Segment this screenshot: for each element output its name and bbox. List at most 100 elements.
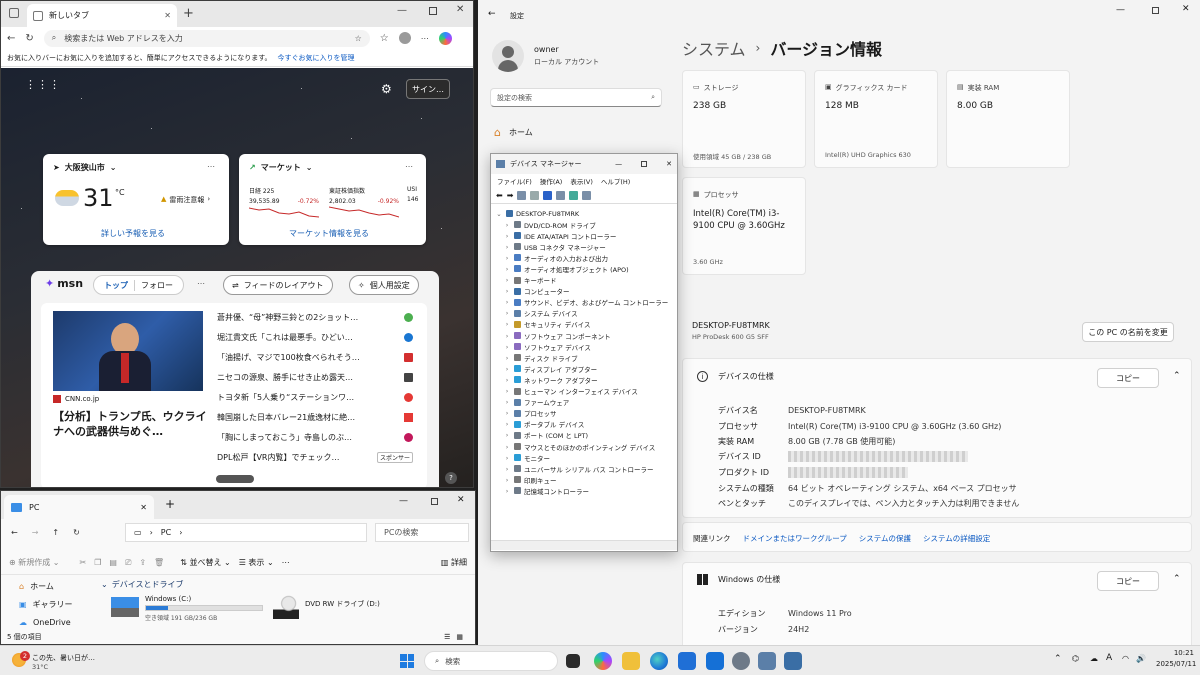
sort-button[interactable]: ⇅ 並べ替え ⌄ — [180, 557, 231, 568]
outlook-icon[interactable] — [706, 652, 724, 670]
tree-item[interactable]: › IDE ATA/ATAPI コントローラー — [503, 230, 617, 241]
maximize-button[interactable] — [641, 161, 648, 167]
chevron-up-icon[interactable]: ⌃ — [1173, 574, 1181, 584]
list-item[interactable]: ニセコの源泉、勝手にせき止め露天… — [217, 369, 413, 386]
carousel-dots[interactable] — [216, 475, 254, 483]
new-button[interactable]: ⊕ 新規作成 ⌄ — [9, 557, 60, 568]
news-headline[interactable]: 【分析】トランプ氏、ウクライナへの武器供与めぐ… — [53, 409, 207, 439]
tree-item[interactable]: › ポータブル デバイス — [503, 419, 585, 430]
menu-file[interactable]: ファイル(F) — [497, 176, 532, 186]
cut-icon[interactable]: ✂ — [80, 558, 87, 567]
drive-c[interactable]: Windows (C:) 空き領域 191 GB/236 GB — [111, 595, 263, 622]
menu-action[interactable]: 操作(A) — [540, 176, 563, 186]
list-item[interactable]: 韓国崩した日本バレー21歳逸材に絶… — [217, 409, 413, 426]
tree-item[interactable]: › ディスプレイ アダプター — [503, 363, 597, 374]
tab-follow[interactable]: フォロー — [134, 279, 179, 291]
tab-top[interactable]: トップ — [98, 280, 134, 291]
tab-close-icon[interactable]: ✕ — [140, 503, 147, 512]
breadcrumb-parent[interactable]: システム — [682, 36, 746, 60]
share-icon[interactable]: ⇪ — [139, 558, 146, 567]
device-spec-header[interactable]: i デバイスの仕様 — [697, 371, 774, 382]
close-button[interactable]: ✕ — [666, 160, 672, 168]
onedrive-icon[interactable]: ☁ — [1090, 654, 1098, 663]
copilot-icon[interactable] — [594, 652, 612, 670]
windows-spec-header[interactable]: Windows の仕様 — [697, 574, 780, 585]
cpu-tile[interactable]: ▦ プロセッサ Intel(R) Core(TM) i3-9100 CPU @ 3… — [682, 177, 806, 275]
start-button[interactable] — [400, 654, 414, 668]
menu-help[interactable]: ヘルプ(H) — [601, 176, 630, 186]
graphics-tile[interactable]: ▣ グラフィックス カード 128 MB Intel(R) UHD Graphic… — [814, 70, 938, 168]
tree-item[interactable]: › ポート (COM と LPT) — [503, 430, 588, 441]
copy-button[interactable]: コピー — [1097, 368, 1159, 388]
tree-item[interactable]: › マウスとそのほかのポインティング デバイス — [503, 441, 656, 452]
tab-close-icon[interactable]: ✕ — [164, 11, 171, 20]
paste-icon[interactable]: ▤ — [109, 558, 117, 567]
search-input[interactable]: PCの検索 — [375, 523, 469, 542]
personalize-button[interactable]: ✧ 個人用設定 — [349, 275, 419, 295]
new-tab-button[interactable]: + — [183, 6, 194, 21]
tree-item[interactable]: › オーディオの入力および出力 — [503, 252, 608, 263]
horizontal-scrollbar[interactable] — [491, 540, 677, 550]
copy-icon[interactable]: ❐ — [94, 558, 101, 567]
up-icon[interactable]: ↑ — [52, 528, 59, 537]
minimize-button[interactable]: — — [399, 496, 408, 506]
favorites-icon[interactable]: ☆ — [380, 33, 389, 44]
related-link[interactable]: システムの保護 — [859, 533, 911, 544]
list-item[interactable]: 堀江貴文氏「これは最悪手。ひどい… — [217, 329, 413, 346]
weather-widget[interactable]: 2 この先、暑い日が… 31°C — [8, 651, 98, 673]
back-icon[interactable]: ← — [11, 528, 18, 537]
new-tab-button[interactable]: + — [165, 497, 175, 511]
minimize-button[interactable]: — — [1116, 5, 1125, 15]
minimize-button[interactable]: — — [397, 5, 407, 16]
msn-more-icon[interactable]: ⋯ — [197, 279, 205, 288]
tree-item[interactable]: › オーディオ処理オブジェクト (APO) — [503, 263, 629, 274]
tree-item[interactable]: › 記憶域コントローラー — [503, 485, 589, 496]
explorer-tab[interactable]: PC ✕ — [4, 495, 154, 519]
rename-icon[interactable]: ⎚ — [125, 558, 131, 568]
msn-logo[interactable]: ✦ msn — [45, 277, 83, 290]
refresh-icon[interactable]: ↻ — [73, 528, 80, 537]
more-icon[interactable]: ⋯ — [421, 34, 429, 43]
group-header[interactable]: ⌄ デバイスとドライブ — [101, 577, 461, 591]
view-button[interactable]: ☰ 表示 ⌄ — [239, 557, 274, 568]
drive-d[interactable]: DVD RW ドライブ (D:) — [273, 595, 423, 621]
device-manager-icon[interactable] — [758, 652, 776, 670]
list-item[interactable]: 「胸にしまっておこう」寺島しのぶ… — [217, 429, 413, 446]
market-item[interactable]: USI 146 — [407, 186, 423, 203]
taskbar-search[interactable]: ⌕ 検索 — [424, 651, 558, 671]
close-button[interactable]: ✕ — [456, 4, 464, 15]
maximize-button[interactable] — [429, 7, 437, 15]
breadcrumb[interactable]: ▭ › PC › — [125, 523, 367, 542]
window-icon[interactable] — [784, 652, 802, 670]
weather-card[interactable]: ➤ 大阪狭山市 ⌄ ⋯ 31 °C ▲ 雷雨注意報 › 詳しい予報を見る — [43, 154, 229, 245]
close-button[interactable]: ✕ — [1182, 4, 1190, 14]
wifi-icon[interactable]: ◠ — [1122, 654, 1129, 663]
avatar[interactable] — [398, 32, 411, 44]
forward-icon[interactable]: ➡ — [507, 191, 514, 200]
tree-item[interactable]: › ソフトウェア デバイス — [503, 341, 591, 352]
minimize-button[interactable]: — — [615, 160, 622, 168]
view-icon[interactable] — [569, 190, 579, 200]
edge-tab[interactable]: 新しいタブ ✕ — [27, 4, 177, 27]
ram-tile[interactable]: ▤ 実装 RAM 8.00 GB — [946, 70, 1070, 168]
list-item[interactable]: トヨタ新「5人乗り“ステーションワ… — [217, 389, 413, 406]
list-item[interactable]: 蒼井優、“母”神野三鈴との2ショット… — [217, 309, 413, 326]
tree-item[interactable]: › 印刷キュー — [503, 474, 557, 485]
help-icon[interactable] — [543, 190, 553, 200]
market-card[interactable]: ↗ マーケット ⌄ ⋯ 日経 225 39,535.89 -0.72% 東証株価指… — [239, 154, 426, 245]
sidebar-item-onedrive[interactable]: ☁ OneDrive — [1, 613, 97, 631]
sign-in-button[interactable]: サイン… — [406, 79, 450, 99]
tree-item[interactable]: › サウンド、ビデオ、およびゲーム コントローラー — [503, 297, 669, 308]
tree-root[interactable]: ⌄ DESKTOP-FU8TMRK — [495, 208, 579, 219]
tree-item[interactable]: › ネットワーク アダプター — [503, 374, 598, 385]
tree-item[interactable]: › セキュリティ デバイス — [503, 319, 591, 330]
tree-item[interactable]: › ディスク ドライブ — [503, 352, 578, 363]
network-icon[interactable]: ⌬ — [1072, 654, 1079, 663]
related-link[interactable]: ドメインまたはワークグループ — [743, 533, 847, 544]
back-icon[interactable]: ⬅ — [496, 191, 503, 200]
news-image[interactable] — [53, 311, 203, 391]
list-item[interactable]: DPL松戸【VR内覧】でチェック… スポンサー — [217, 449, 413, 466]
weather-more-icon[interactable]: ⋯ — [207, 162, 215, 171]
ime-indicator[interactable]: A — [1106, 653, 1112, 663]
maximize-button[interactable] — [1152, 7, 1159, 14]
